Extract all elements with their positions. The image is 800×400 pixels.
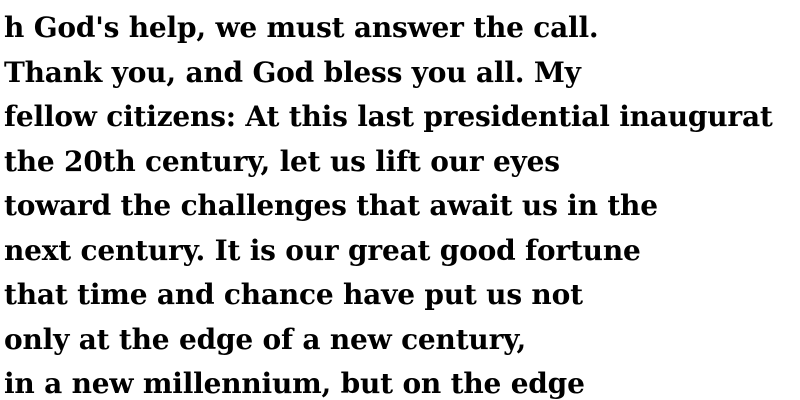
text-line: only at the edge of a new century, xyxy=(4,322,527,356)
text-line: toward the challenges that await us in t… xyxy=(4,189,658,222)
text-line: h God's help, we must answer the call. xyxy=(4,11,599,44)
text-line: the 20th century, let us lift our eyes xyxy=(4,144,560,178)
text-line: Thank you, and God bless you all. My xyxy=(4,55,581,89)
speech-text-block: h God's help, we must answer the call. T… xyxy=(4,6,773,400)
text-line: next century. It is our great good fortu… xyxy=(4,233,641,267)
document-page: h God's help, we must answer the call. T… xyxy=(0,0,800,400)
text-line: that time and chance have put us not xyxy=(4,278,583,311)
text-line: fellow citizens: At this last presidenti… xyxy=(4,100,773,133)
text-line: in a new millennium, but on the edge xyxy=(4,367,585,400)
